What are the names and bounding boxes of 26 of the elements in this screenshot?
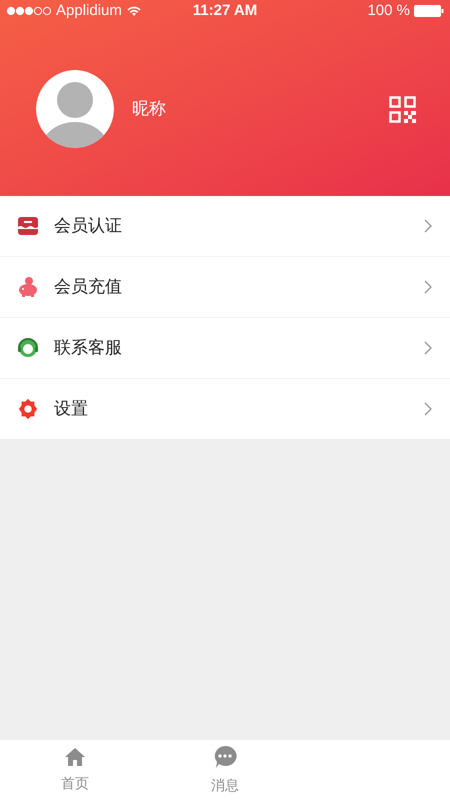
clock-time: 11:27 AM: [192, 0, 258, 21]
nickname[interactable]: 昵称: [132, 96, 389, 122]
menu-label: 联系客服: [54, 337, 123, 360]
battery-percent: 100 %: [367, 0, 410, 21]
menu-item[interactable]: 设置: [0, 379, 450, 439]
chat-bubble-icon: [213, 744, 237, 768]
wifi-icon: [126, 5, 142, 17]
menu-item[interactable]: 会员认证: [0, 196, 450, 256]
menu-item[interactable]: 联系客服: [0, 318, 450, 378]
menu-label: 会员认证: [54, 215, 123, 238]
piggy-bank-icon: [16, 275, 40, 299]
menu-label: 设置: [54, 398, 89, 420]
avatar-icon[interactable]: [36, 70, 114, 148]
home-icon: [64, 746, 86, 766]
chevron-right-icon: [424, 402, 432, 416]
menu-item[interactable]: 会员充值: [0, 257, 450, 317]
menu-label: 会员充值: [54, 276, 123, 298]
signal-icon: [6, 6, 52, 16]
qr-code-icon[interactable]: [389, 96, 416, 122]
chevron-right-icon: [424, 280, 432, 294]
storefront-icon: [16, 214, 40, 238]
carrier-name: Applidium: [56, 0, 122, 21]
chevron-right-icon: [424, 341, 432, 355]
battery-icon: [414, 5, 444, 17]
chevron-right-icon: [424, 219, 432, 233]
settings-icon: [17, 398, 39, 420]
